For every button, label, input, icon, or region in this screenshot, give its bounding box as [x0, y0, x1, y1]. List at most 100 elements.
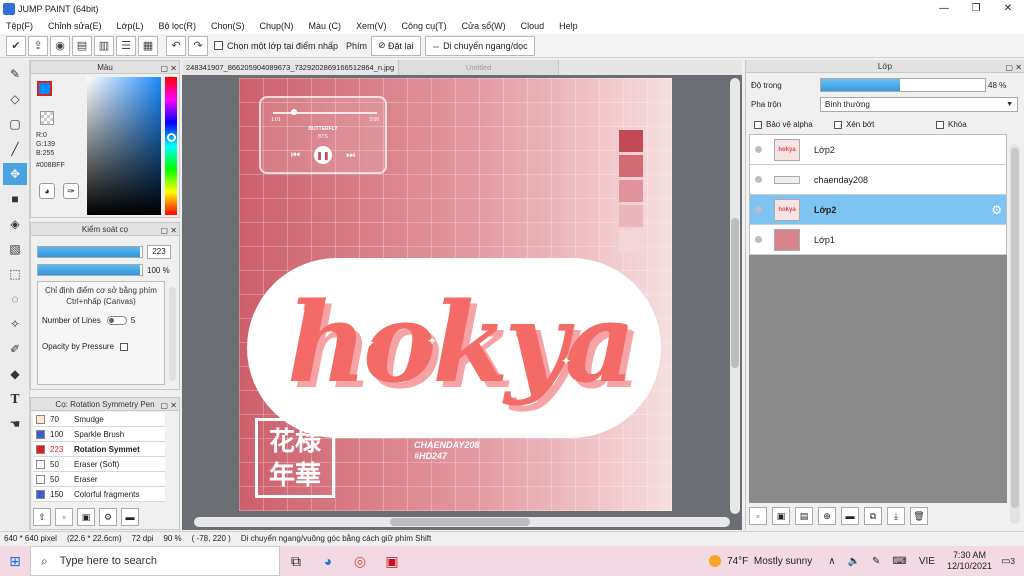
close-button[interactable]: ✕ [992, 0, 1024, 17]
task-view-icon[interactable]: ⧉ [280, 546, 312, 576]
duplicate-layer-icon[interactable]: ⧉ [864, 507, 882, 525]
menu-window[interactable]: Cửa sổ(W) [462, 21, 506, 31]
blend-mode-select[interactable]: Bình thường ▼ [820, 97, 1018, 112]
magic-wand-icon[interactable]: ✧ [3, 313, 27, 335]
opacity-pressure-checkbox[interactable] [120, 342, 129, 351]
brush-item[interactable]: 70 Smudge [33, 412, 165, 427]
export-icon[interactable]: ⇪ [28, 35, 48, 56]
visibility-icon[interactable] [755, 206, 762, 213]
maximize-button[interactable]: ❐ [960, 0, 992, 17]
menu-help[interactable]: Help [559, 21, 578, 31]
menu-filter[interactable]: Bộ lọc(R) [158, 21, 196, 31]
brush-new-icon[interactable]: ▫ [55, 508, 73, 526]
fill-rect-icon[interactable]: ■ [3, 188, 27, 210]
brush-item[interactable]: 100 Sparkle Brush [33, 427, 165, 442]
menu-color[interactable]: Màu (C) [309, 21, 342, 31]
transparent-color-swatch[interactable] [40, 111, 54, 125]
eraser-tool-icon[interactable]: ◇ [3, 88, 27, 110]
selection-pen-icon[interactable]: ✐ [3, 338, 27, 360]
hand-tool-icon[interactable]: ☚ [3, 413, 27, 435]
bucket-icon[interactable]: ◈ [3, 213, 27, 235]
weather-widget[interactable]: 74°F Mostly sunny [709, 555, 812, 567]
language-indicator[interactable]: VIE [919, 556, 935, 567]
menu-tools[interactable]: Công cụ(T) [402, 21, 447, 31]
menu-select[interactable]: Chọn(S) [211, 21, 245, 31]
speaker-icon[interactable]: 🔈 [848, 556, 860, 567]
grid-icon[interactable]: ▦ [138, 35, 158, 56]
menu-view[interactable]: Xem(V) [356, 21, 387, 31]
lock-checkbox[interactable] [936, 120, 944, 129]
brush-item-selected[interactable]: 223 Rotation Symmet [33, 442, 165, 457]
brush-folder-icon[interactable]: ▬ [121, 508, 139, 526]
pen-tool-icon[interactable]: ✎ [3, 63, 27, 85]
selection-eraser-icon[interactable]: ◆ [3, 363, 27, 385]
menu-cloud[interactable]: Cloud [521, 21, 545, 31]
windows-start-icon[interactable]: ⊞ [0, 546, 30, 576]
line-tool-icon[interactable]: ╱ [3, 138, 27, 160]
saturation-value-picker[interactable] [87, 77, 161, 215]
panel-close-icon[interactable]: ▢ ✕ [1006, 61, 1022, 74]
number-of-lines-slider[interactable] [106, 316, 127, 325]
chevron-up-icon[interactable]: ∧ [828, 556, 835, 567]
brush-item[interactable]: 50 Eraser [33, 472, 165, 487]
palette-icon[interactable]: ◕ [39, 183, 55, 199]
menu-file[interactable]: Tệp(F) [6, 21, 33, 31]
select-layer-at-click[interactable]: Chọn một lớp tại điểm nhấp [214, 41, 338, 51]
visibility-icon[interactable] [755, 146, 762, 153]
jump-paint-app-icon[interactable]: ▣ [376, 546, 408, 576]
merge-layer-icon[interactable]: ⤓ [887, 507, 905, 525]
new-layer-icon[interactable]: ▫ [749, 507, 767, 525]
reset-button[interactable]: ⊘ Đặt lại [370, 35, 421, 56]
foreground-color-swatch[interactable] [37, 81, 52, 96]
clip-checkbox[interactable] [834, 120, 842, 129]
layer-row[interactable]: Lớp1 [750, 225, 1006, 255]
gradient-icon[interactable]: ▧ [3, 238, 27, 260]
menu-capture[interactable]: Chụp(N) [260, 21, 294, 31]
tab-untitled[interactable]: Untitled [399, 60, 560, 75]
list-icon[interactable]: ☰ [116, 35, 136, 56]
canvas-vscroll-thumb[interactable] [731, 218, 739, 368]
gear-icon[interactable]: ⚙ [991, 203, 1002, 217]
brush-opacity-slider[interactable] [37, 264, 143, 276]
brush-copy-icon[interactable]: ▣ [77, 508, 95, 526]
message-icon[interactable]: ▤ [72, 35, 92, 56]
select-rect-icon[interactable]: ▢ [3, 113, 27, 135]
tab-active-document[interactable]: 248341907_866205904089673_73292028691665… [182, 60, 400, 75]
layer-row[interactable]: chaenday208 [750, 165, 1006, 195]
drawing-canvas[interactable]: 1:01 3:56 BUTTERFLY BTS ⏮ ❚❚ ⏭ hokya ✦ ✦ … [239, 78, 672, 511]
panel-close-icon[interactable]: ▢ ✕ [161, 62, 177, 75]
chrome-browser-icon[interactable]: ◎ [344, 546, 376, 576]
panel-close-icon[interactable]: ▢ ✕ [161, 224, 177, 237]
lock-option[interactable]: Khóa [936, 120, 967, 129]
alpha-lock-option[interactable]: Bảo vệ alpha [754, 120, 813, 129]
brush-item[interactable]: 150 Colorful fragments [33, 487, 165, 502]
layer-opacity-slider[interactable] [820, 78, 986, 92]
marquee-icon[interactable]: ⬚ [3, 263, 27, 285]
hue-slider[interactable] [165, 77, 177, 215]
undo-icon[interactable]: ↶ [166, 35, 186, 56]
taskbar-search-box[interactable]: ⌕ Type here to search [30, 546, 280, 576]
layer-scroll-thumb[interactable] [1011, 148, 1019, 508]
brush-size-input[interactable]: 223 [147, 245, 171, 259]
brush-size-slider[interactable] [37, 246, 143, 258]
layer-row[interactable]: hokya Lớp2 [750, 135, 1006, 165]
move-button[interactable]: ⇔ Di chuyển ngang/dọc [424, 35, 535, 56]
canvas-hscroll-thumb[interactable] [390, 518, 530, 526]
brush-settings-icon[interactable]: ⚙ [99, 508, 117, 526]
clip-option[interactable]: Xén bớt [834, 120, 874, 129]
eyedropper-icon[interactable]: ✑ [63, 183, 79, 199]
select-layer-checkbox[interactable] [214, 41, 223, 50]
brush-settings-scrollbar[interactable] [169, 287, 176, 381]
keyboard-icon[interactable]: ⌨ [892, 556, 906, 567]
delete-layer-icon[interactable]: 🗑 [910, 507, 928, 525]
cloud-check-icon[interactable]: ✔ [6, 35, 26, 56]
visibility-icon[interactable] [755, 176, 762, 183]
panel-close-icon[interactable]: ▢ ✕ [161, 399, 177, 412]
new-folder-icon[interactable]: ▬ [841, 507, 859, 525]
pen-icon[interactable]: ✎ [872, 556, 880, 567]
redo-icon[interactable]: ↷ [188, 35, 208, 56]
new-text-layer-icon[interactable]: ▤ [795, 507, 813, 525]
lasso-icon[interactable]: ◌ [3, 288, 27, 310]
layer-list-scrollbar[interactable] [1010, 144, 1020, 524]
hue-slider-knob[interactable] [167, 133, 176, 142]
